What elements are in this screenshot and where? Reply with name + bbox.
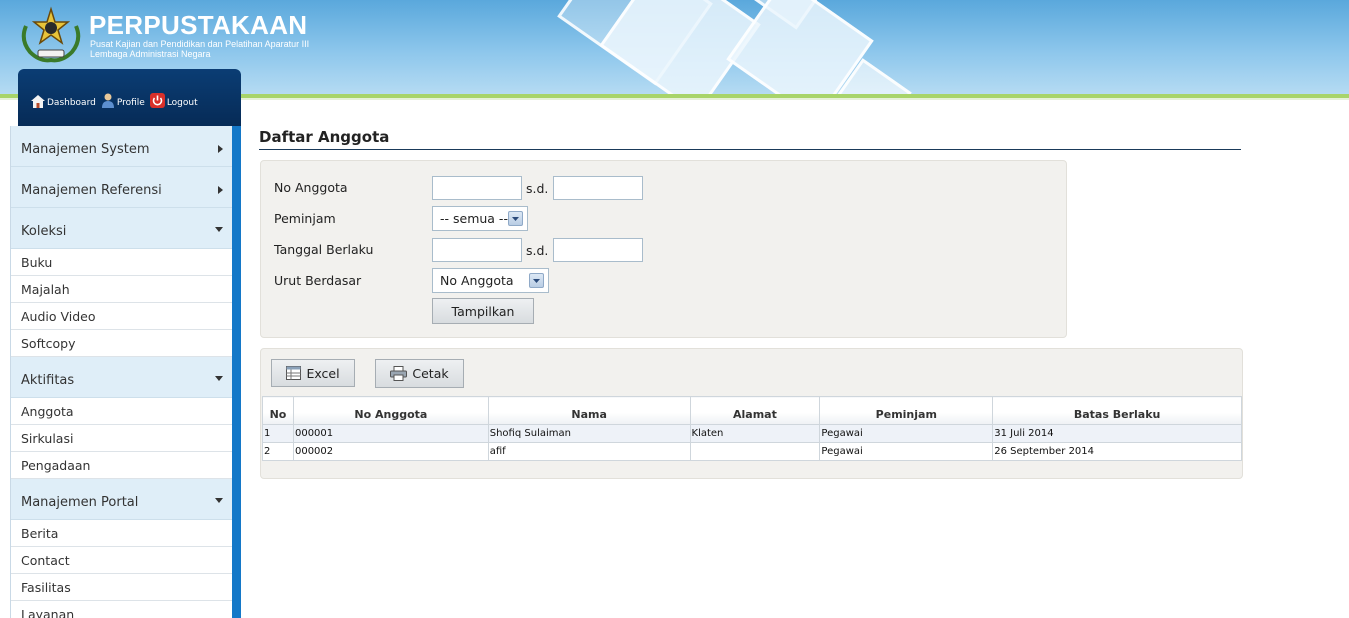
cell-no: 2: [262, 442, 294, 461]
menu-koleksi[interactable]: Koleksi: [11, 208, 233, 249]
printer-icon: [390, 366, 408, 381]
dropdown-button[interactable]: [508, 211, 523, 226]
spreadsheet-icon: [286, 366, 302, 380]
cell-batas-berlaku: 31 Juli 2014: [992, 424, 1242, 443]
home-icon: [31, 95, 45, 108]
cell-no: 1: [262, 424, 294, 443]
logout-link[interactable]: Logout: [149, 93, 198, 108]
cell-alamat: Klaten: [689, 424, 821, 443]
caret-right-icon: [218, 186, 223, 194]
site-subtitle: Pusat Kajian dan Pendidikan dan Pelatiha…: [90, 39, 310, 49]
cell-batas-berlaku: 26 September 2014: [992, 442, 1242, 461]
sidebar-item-contact[interactable]: Contact: [11, 547, 233, 574]
profile-link[interactable]: Profile: [101, 93, 145, 108]
menu-label: Manajemen System: [21, 142, 150, 157]
dropdown-button[interactable]: [529, 273, 544, 288]
column-header-no[interactable]: No: [262, 396, 294, 425]
urut-selected-value: No Anggota: [440, 273, 514, 288]
menu-label: Koleksi: [21, 224, 67, 239]
tampilkan-button[interactable]: Tampilkan: [432, 298, 534, 324]
cell-nama: Shofiq Sulaiman: [487, 424, 691, 443]
column-header-nama[interactable]: Nama: [487, 396, 691, 425]
cell-no-anggota: 000001: [292, 424, 489, 443]
menu-label: Manajemen Portal: [21, 495, 139, 510]
chevron-down-icon: [533, 279, 540, 283]
user-icon: [101, 93, 114, 108]
logout-label: Logout: [166, 98, 198, 108]
sidebar-item-buku[interactable]: Buku: [11, 249, 233, 276]
column-header-batas-berlaku[interactable]: Batas Berlaku: [992, 396, 1242, 425]
cell-peminjam: Pegawai: [819, 442, 994, 461]
cell-peminjam: Pegawai: [819, 424, 994, 443]
cell-nama: afif: [487, 442, 691, 461]
site-subtitle-institution: Lembaga Administrasi Negara: [90, 49, 211, 59]
logo-emblem-icon: [21, 6, 81, 63]
sidebar-item-berita[interactable]: Berita: [11, 520, 233, 547]
urut-berdasar-label: Urut Berdasar: [274, 273, 362, 288]
cell-alamat: [689, 442, 821, 461]
profile-label: Profile: [116, 98, 145, 108]
caret-down-icon: [215, 227, 223, 232]
sidebar-menu: Manajemen System Manajemen Referensi Kol…: [10, 126, 233, 618]
sd-label: s.d.: [526, 181, 549, 196]
dashboard-label: Dashboard: [47, 98, 96, 108]
members-table: No No Anggota Nama Alamat Peminjam Batas…: [262, 396, 1242, 461]
sd-label: s.d.: [526, 243, 549, 258]
cell-no-anggota: 000002: [292, 442, 489, 461]
column-header-alamat[interactable]: Alamat: [689, 396, 821, 425]
power-icon: [149, 93, 165, 108]
no-anggota-to-input[interactable]: [553, 176, 643, 200]
filter-panel: [260, 160, 1067, 338]
menu-manajemen-portal[interactable]: Manajemen Portal: [11, 479, 233, 520]
sidebar-item-layanan[interactable]: Layanan: [11, 601, 233, 618]
title-underline: [259, 149, 1241, 150]
column-header-no-anggota[interactable]: No Anggota: [292, 396, 489, 425]
dashboard-link[interactable]: Dashboard: [31, 95, 96, 108]
cetak-button[interactable]: Cetak: [375, 359, 464, 388]
menu-label: Aktifitas: [21, 373, 75, 388]
peminjam-selected-value: -- semua --: [440, 211, 508, 226]
no-anggota-label: No Anggota: [274, 180, 348, 195]
caret-right-icon: [218, 145, 223, 153]
table-row[interactable]: 1 000001 Shofiq Sulaiman Klaten Pegawai …: [262, 424, 1242, 443]
table-header-row: No No Anggota Nama Alamat Peminjam Batas…: [262, 396, 1242, 425]
tanggal-from-input[interactable]: [432, 238, 522, 262]
excel-button[interactable]: Excel: [271, 359, 355, 387]
peminjam-label: Peminjam: [274, 211, 336, 226]
table-row[interactable]: 2 000002 afif Pegawai 26 September 2014: [262, 442, 1242, 461]
menu-manajemen-referensi[interactable]: Manajemen Referensi: [11, 167, 233, 208]
sidebar-item-majalah[interactable]: Majalah: [11, 276, 233, 303]
sidebar-item-softcopy[interactable]: Softcopy: [11, 330, 233, 357]
sidebar-item-anggota[interactable]: Anggota: [11, 398, 233, 425]
top-links: Dashboard Profile Logout: [31, 93, 198, 108]
sidebar-border: [232, 126, 241, 618]
sidebar-item-fasilitas[interactable]: Fasilitas: [11, 574, 233, 601]
excel-label: Excel: [306, 365, 340, 381]
menu-aktifitas[interactable]: Aktifitas: [11, 357, 233, 398]
caret-down-icon: [215, 376, 223, 381]
column-header-peminjam[interactable]: Peminjam: [819, 396, 994, 425]
tampilkan-label: Tampilkan: [451, 303, 515, 319]
sidebar-item-pengadaan[interactable]: Pengadaan: [11, 452, 233, 479]
tanggal-to-input[interactable]: [553, 238, 643, 262]
sidebar-item-audio-video[interactable]: Audio Video: [11, 303, 233, 330]
peminjam-select[interactable]: -- semua --: [432, 206, 528, 231]
menu-manajemen-system[interactable]: Manajemen System: [11, 126, 233, 167]
caret-down-icon: [215, 498, 223, 503]
site-title: PERPUSTAKAAN: [89, 10, 308, 40]
cetak-label: Cetak: [412, 366, 449, 381]
menu-label: Manajemen Referensi: [21, 183, 162, 198]
tanggal-berlaku-label: Tanggal Berlaku: [274, 242, 374, 257]
urut-berdasar-select[interactable]: No Anggota: [432, 268, 549, 293]
chevron-down-icon: [512, 217, 519, 221]
sidebar-item-sirkulasi[interactable]: Sirkulasi: [11, 425, 233, 452]
page-title: Daftar Anggota: [259, 128, 390, 146]
no-anggota-from-input[interactable]: [432, 176, 522, 200]
